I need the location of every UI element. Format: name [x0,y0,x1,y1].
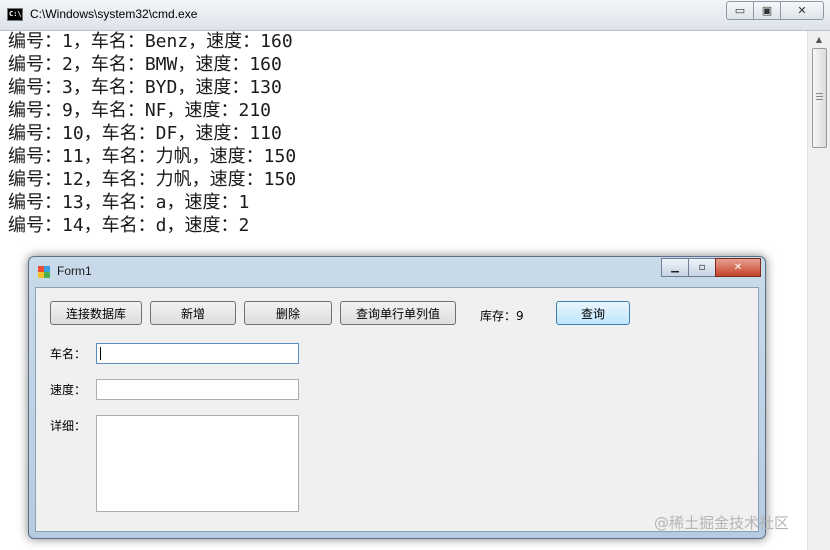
console-line: 编号：11，车名：力帆，速度：150 [8,146,297,167]
scroll-thumb[interactable] [812,48,827,148]
close-button[interactable]: ✕ [780,1,824,20]
text-caret [100,347,101,360]
speed-label: 速度： [50,383,87,397]
scroll-up-arrow-icon[interactable]: ▲ [811,33,827,47]
form-app-icon [38,266,50,278]
stock-label: 库存：9 [480,309,524,323]
form1-window-controls: ▁ ▫ ✕ [661,258,761,277]
query-button[interactable]: 查询 [556,301,630,325]
cmd-window-controls: ▭ ▣ ✕ [726,1,824,20]
car-name-input[interactable] [96,343,299,364]
cmd-window-title: C:\Windows\system32\cmd.exe [30,7,198,21]
close-button[interactable]: ✕ [715,258,761,277]
vertical-scrollbar[interactable]: ▲ [807,31,830,550]
cmd-app-icon: C:\ [7,8,23,21]
add-button[interactable]: 新增 [150,301,236,325]
console-line: 编号：1，车名：Benz，速度：160 [8,31,293,52]
form1-window-title: Form1 [57,264,92,278]
maximize-button[interactable]: ▣ [753,1,781,20]
detail-label: 详细： [50,419,87,433]
car-name-label: 车名： [50,347,87,361]
grip-line [816,99,823,100]
console-line: 编号：9，车名：NF，速度：210 [8,100,272,121]
detail-textarea[interactable] [96,415,299,512]
console-line: 编号：13，车名：a，速度：1 [8,192,250,213]
speed-input[interactable] [96,379,299,400]
console-line: 编号：10，车名：DF，速度：110 [8,123,282,144]
grip-line [816,96,823,97]
cmd-titlebar[interactable]: C:\ C:\Windows\system32\cmd.exe ▭ ▣ ✕ [0,0,830,31]
query-single-value-button[interactable]: 查询单行单列值 [340,301,456,325]
form1-client-area: 连接数据库 新增 删除 查询单行单列值 库存：9 查询 车名： 速度： 详细： [35,287,759,532]
grip-line [816,93,823,94]
minimize-button[interactable]: ▭ [726,1,754,20]
form1-titlebar[interactable]: Form1 ▁ ▫ ✕ [29,257,765,287]
minimize-button[interactable]: ▁ [661,258,689,277]
console-line: 编号：12，车名：力帆，速度：150 [8,169,297,190]
console-line: 编号：2，车名：BMW，速度：160 [8,54,282,75]
connect-database-button[interactable]: 连接数据库 [50,301,142,325]
watermark-text: @稀土掘金技术社区 [654,514,790,532]
console-line: 编号：14，车名：d，速度：2 [8,215,250,236]
form1-window: Form1 ▁ ▫ ✕ 连接数据库 新增 删除 查询单行单列值 库存：9 查询 … [28,256,766,539]
delete-button[interactable]: 删除 [244,301,332,325]
console-line: 编号：3，车名：BYD，速度：130 [8,77,282,98]
maximize-button[interactable]: ▫ [688,258,716,277]
